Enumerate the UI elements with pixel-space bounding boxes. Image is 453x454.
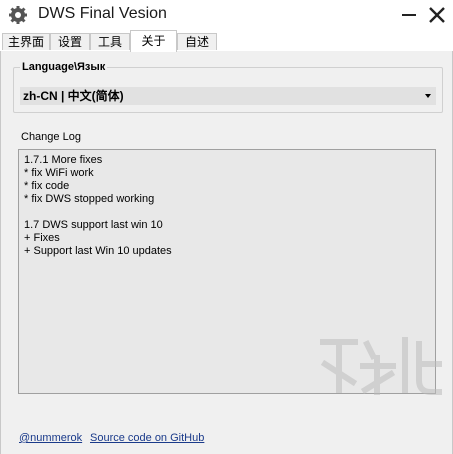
minimize-icon[interactable] <box>397 3 421 27</box>
gear-app-icon <box>9 6 27 24</box>
tab-strip: 主界面 设置 工具 关于 自述 <box>0 30 453 52</box>
tab-tools[interactable]: 工具 <box>90 33 130 50</box>
language-group-label: Language\Язык <box>20 61 108 73</box>
changelog-line: 1.7.1 More fixes <box>24 154 103 166</box>
changelog-line: * fix DWS stopped working <box>24 193 155 205</box>
window-title: DWS Final Vesion <box>38 5 167 22</box>
changelog-blank-line <box>24 206 430 219</box>
close-icon[interactable] <box>425 3 449 27</box>
changelog-line: 1.7 DWS support last win 10 <box>24 219 163 231</box>
changelog-line: + Fixes <box>24 232 60 244</box>
author-link[interactable]: @nummerok <box>19 432 82 444</box>
tab-main[interactable]: 主界面 <box>2 33 50 50</box>
changelog-line: * fix code <box>24 180 70 192</box>
tab-about[interactable]: 关于 <box>130 30 177 52</box>
language-select[interactable]: zh-CN | 中文(简体) <box>20 87 436 105</box>
changelog-line: + Support last Win 10 updates <box>24 245 172 257</box>
tab-readme[interactable]: 自述 <box>177 33 217 50</box>
language-select-value: zh-CN | 中文(简体) <box>23 89 124 103</box>
changelog-line: * fix WiFi work <box>24 167 94 179</box>
source-code-link[interactable]: Source code on GitHub <box>90 432 204 444</box>
language-group: Language\Язык zh-CN | 中文(简体) <box>13 61 443 113</box>
watermark-logo <box>320 337 442 395</box>
changelog-label: Change Log <box>21 131 81 143</box>
chevron-down-icon <box>425 94 431 98</box>
tab-settings[interactable]: 设置 <box>50 33 90 50</box>
title-bar: DWS Final Vesion <box>0 0 453 30</box>
